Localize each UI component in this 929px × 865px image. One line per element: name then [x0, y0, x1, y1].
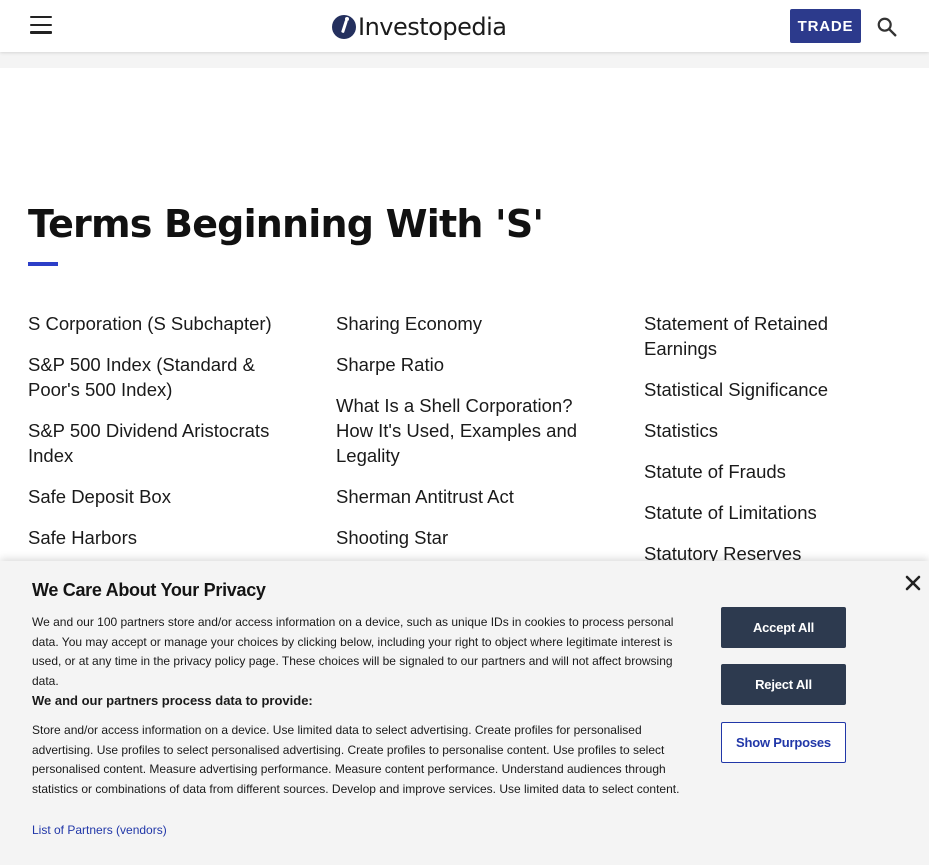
list-of-partners-link[interactable]: List of Partners (vendors): [32, 823, 167, 837]
term-link[interactable]: S&P 500 Index (Standard & Poor's 500 Ind…: [28, 352, 298, 402]
term-link[interactable]: Safe Deposit Box: [28, 484, 298, 509]
logo-mark-icon: [332, 15, 356, 39]
term-link[interactable]: Sherman Antitrust Act: [336, 484, 596, 509]
privacy-consent-banner: We Care About Your Privacy We and our 10…: [0, 561, 929, 865]
page-title: Terms Beginning With 'S': [28, 202, 544, 246]
reject-all-button[interactable]: Reject All: [721, 664, 846, 705]
privacy-title: We Care About Your Privacy: [32, 580, 266, 600]
term-link[interactable]: S Corporation (S Subchapter): [28, 311, 298, 336]
logo-text: Investopedia: [358, 13, 507, 41]
terms-column-1: S Corporation (S Subchapter) S&P 500 Ind…: [28, 311, 298, 566]
term-link[interactable]: Statute of Limitations: [644, 500, 904, 525]
privacy-intro-text: We and our 100 partners store and/or acc…: [32, 615, 674, 688]
accept-all-button[interactable]: Accept All: [721, 607, 846, 648]
term-link[interactable]: Statement of Retained Earnings: [644, 311, 904, 361]
hamburger-menu-icon[interactable]: [30, 16, 54, 36]
term-link[interactable]: Statistical Significance: [644, 377, 904, 402]
term-link[interactable]: What Is a Shell Corporation? How It's Us…: [336, 393, 596, 468]
terms-column-3: Statement of Retained Earnings Statistic…: [644, 311, 904, 582]
term-link[interactable]: Sharpe Ratio: [336, 352, 596, 377]
term-link[interactable]: S&P 500 Dividend Aristocrats Index: [28, 418, 298, 468]
term-link[interactable]: Sharing Economy: [336, 311, 596, 336]
privacy-subheading: We and our partners process data to prov…: [32, 693, 313, 708]
site-header: Investopedia TRADE: [0, 0, 929, 52]
investopedia-logo[interactable]: Investopedia: [332, 11, 507, 43]
term-link[interactable]: Statute of Frauds: [644, 459, 904, 484]
title-underline: [28, 262, 58, 266]
term-link[interactable]: Statistics: [644, 418, 904, 443]
term-link[interactable]: Safe Harbors: [28, 525, 298, 550]
trade-button[interactable]: TRADE: [790, 9, 861, 43]
ad-placeholder-band: [0, 52, 929, 68]
term-link[interactable]: Shooting Star: [336, 525, 596, 550]
search-icon[interactable]: [876, 16, 898, 38]
privacy-purposes-text: Store and/or access information on a dev…: [32, 723, 680, 796]
terms-column-2: Sharing Economy Sharpe Ratio What Is a S…: [336, 311, 596, 566]
close-icon[interactable]: [904, 574, 922, 592]
show-purposes-button[interactable]: Show Purposes: [721, 722, 846, 763]
